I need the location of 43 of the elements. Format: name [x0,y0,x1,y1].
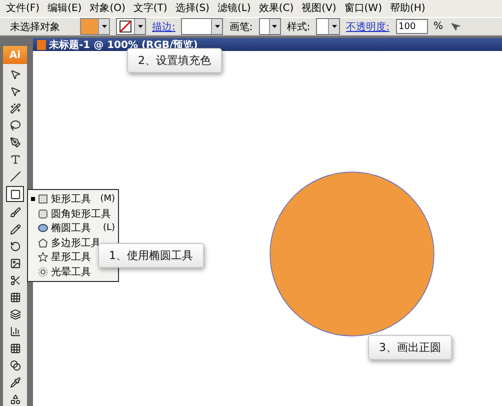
brush-dropdown[interactable] [258,18,281,35]
stroke-link[interactable]: 描边: [152,20,176,34]
menu-item[interactable]: 对象(O) [86,0,130,17]
caret-icon [214,25,220,28]
app-logo: Ai [3,46,27,64]
polygon-icon [38,238,48,248]
fill-color-control[interactable] [80,18,110,35]
stroke-color-control[interactable] [116,18,146,35]
rectangle-tool[interactable] [6,186,24,202]
caret-icon [138,25,142,28]
menu-item[interactable]: 文字(T) [129,0,172,17]
caret-icon [332,25,337,28]
menu-item[interactable]: 选择(S) [171,0,214,17]
style-dropdown[interactable] [316,18,340,35]
selection-label: 未选择对象 [10,20,60,34]
caret-icon [272,25,278,28]
brush-label: 画笔: [229,20,253,34]
menu-item[interactable]: 窗口(W) [340,0,386,17]
document-icon [37,40,46,50]
star-icon [38,252,48,262]
opacity-link[interactable]: 不透明度: [346,20,390,34]
menu-item[interactable]: 编辑(E) [44,0,86,17]
menu-item[interactable]: 帮助(H) [386,0,430,17]
flyout-item[interactable]: 矩形工具 (M) [28,192,118,206]
menu-item[interactable]: 文件(F) [2,0,44,17]
menu-item[interactable]: 效果(C) [254,0,298,17]
stroke-weight-dropdown[interactable] [181,18,224,35]
flyout-item[interactable]: 椭圆工具 (L) [28,221,118,236]
no-stroke-icon [117,19,134,34]
opacity-field[interactable]: 100 [396,19,428,34]
ellipse-icon [38,223,48,234]
style-label: 样式: [286,20,310,34]
menu-item[interactable]: 视图(V) [298,0,340,17]
percent-label: % [434,21,444,32]
menu-item[interactable]: 滤镜(L) [213,0,255,17]
caret-icon [102,25,106,28]
ellipse-tool-tooltip: 1、使用椭圆工具 [98,243,204,268]
flare-icon [38,266,48,277]
fill-color-tooltip: 2、设置填充色 [127,48,222,73]
flyout-item[interactable]: 圆角矩形工具 [28,206,118,221]
rounded-rectangle-icon [38,208,48,219]
rectangle-icon [38,194,48,204]
draw-circle-tooltip: 3、画出正圆 [368,335,452,360]
